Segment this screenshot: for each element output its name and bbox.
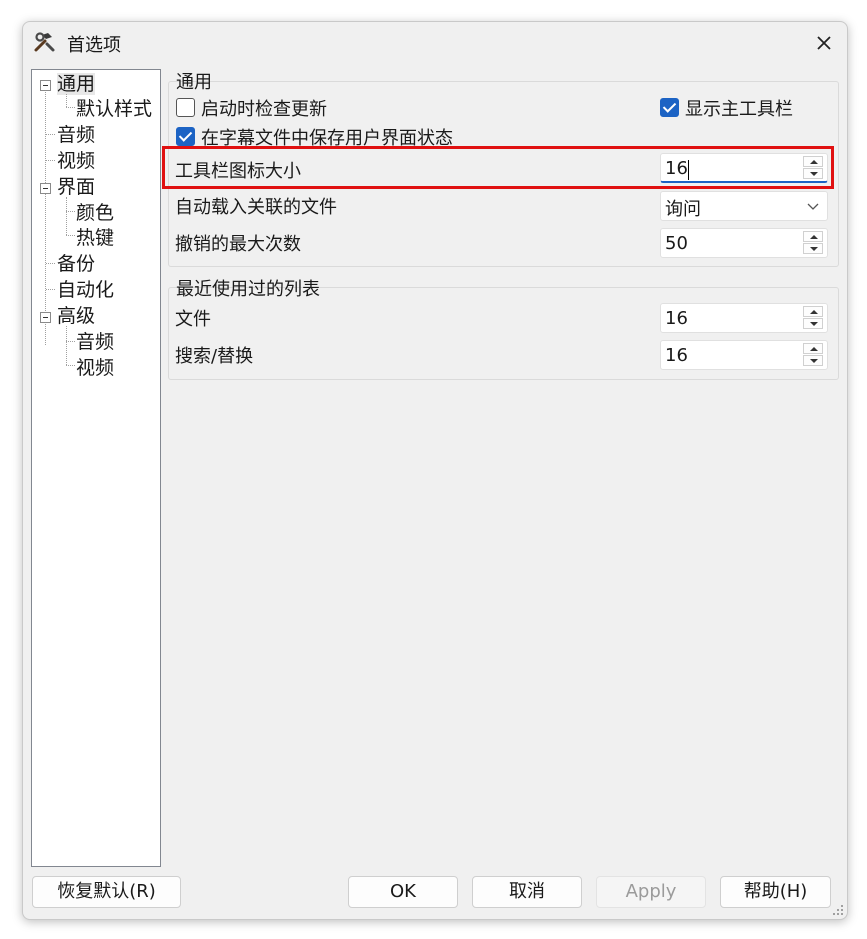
tree-item-audio[interactable]: 音频 xyxy=(57,123,95,147)
category-tree[interactable]: 通用 默认样式 音频 视频 界面 颜色 热键 备份 自动化 高级 音频 视频 xyxy=(31,69,161,867)
auto-load-associated-dropdown[interactable]: 询问 xyxy=(660,191,828,221)
recent-files-label: 文件 xyxy=(175,309,211,330)
restore-defaults-button[interactable]: 恢复默认(R) xyxy=(32,876,181,908)
tree-line xyxy=(46,263,55,264)
ok-button[interactable]: OK xyxy=(348,876,458,908)
recent-files-value: 16 xyxy=(665,308,688,329)
spin-down-icon[interactable] xyxy=(803,243,823,254)
tree-line xyxy=(46,134,55,135)
max-undo-value: 50 xyxy=(665,233,688,254)
spin-down-icon[interactable] xyxy=(803,318,823,329)
recent-files-spinbox[interactable]: 16 xyxy=(660,303,828,333)
tree-item-general[interactable]: 通用 xyxy=(57,72,96,96)
collapse-icon[interactable] xyxy=(40,312,51,323)
tree-item-video[interactable]: 视频 xyxy=(57,149,95,173)
spin-up-icon[interactable] xyxy=(803,231,823,242)
collapse-icon[interactable] xyxy=(40,80,51,91)
spin-up-icon[interactable] xyxy=(803,306,823,317)
tree-line xyxy=(66,211,75,212)
spin-arrows xyxy=(803,343,825,367)
check-for-updates-checkbox[interactable] xyxy=(176,98,195,117)
tree-item-advanced-audio[interactable]: 音频 xyxy=(76,330,114,354)
tree-line xyxy=(45,90,46,345)
tree-line xyxy=(46,289,55,290)
tree-item-default-style[interactable]: 默认样式 xyxy=(76,97,152,121)
auto-load-associated-label: 自动载入关联的文件 xyxy=(175,197,337,218)
resize-grip-icon[interactable] xyxy=(831,903,845,917)
chevron-down-icon xyxy=(807,203,819,210)
close-icon[interactable] xyxy=(809,28,839,58)
tree-line xyxy=(66,94,67,107)
recent-lists-group-title: 最近使用过的列表 xyxy=(176,279,320,300)
tree-line xyxy=(66,235,75,236)
tree-line xyxy=(66,365,75,366)
tree-line xyxy=(66,107,75,108)
tree-item-interface[interactable]: 界面 xyxy=(57,175,95,199)
spin-down-icon[interactable] xyxy=(803,355,823,366)
auto-load-associated-value: 询问 xyxy=(665,199,701,220)
cancel-button[interactable]: 取消 xyxy=(472,876,582,908)
tree-line xyxy=(66,197,67,235)
check-for-updates-label: 启动时检查更新 xyxy=(201,99,327,120)
preferences-dialog: 首选项 通用 默认样式 音频 视频 界面 颜色 热键 备份 自动化 高级 音频 … xyxy=(22,21,848,920)
search-replace-label: 搜索/替换 xyxy=(175,346,254,367)
tree-line xyxy=(66,341,75,342)
spin-arrows xyxy=(803,306,825,330)
tree-item-advanced-video[interactable]: 视频 xyxy=(76,356,114,380)
search-replace-value: 16 xyxy=(665,345,688,366)
hammer-wrench-icon xyxy=(34,32,55,52)
save-ui-state-checkbox[interactable] xyxy=(176,127,195,146)
search-replace-spinbox[interactable]: 16 xyxy=(660,340,828,370)
show-main-toolbar-checkbox[interactable] xyxy=(660,98,679,117)
title-bar: 首选项 xyxy=(23,22,847,62)
show-main-toolbar-label: 显示主工具栏 xyxy=(685,99,793,120)
tree-line xyxy=(46,160,55,161)
highlight-box xyxy=(162,146,834,189)
max-undo-label: 撤销的最大次数 xyxy=(175,234,301,255)
window-title: 首选项 xyxy=(67,35,121,56)
max-undo-spinbox[interactable]: 50 xyxy=(660,228,828,258)
tree-item-hotkeys[interactable]: 热键 xyxy=(76,226,114,250)
spin-up-icon[interactable] xyxy=(803,343,823,354)
tree-item-automation[interactable]: 自动化 xyxy=(57,278,114,302)
tree-line xyxy=(66,326,67,365)
tree-item-backup[interactable]: 备份 xyxy=(57,252,95,276)
apply-button: Apply xyxy=(596,876,706,908)
tree-item-advanced[interactable]: 高级 xyxy=(57,304,95,328)
collapse-icon[interactable] xyxy=(40,183,51,194)
tree-item-colors[interactable]: 颜色 xyxy=(76,201,114,225)
help-button[interactable]: 帮助(H) xyxy=(720,876,831,908)
general-group-title: 通用 xyxy=(176,72,212,93)
spin-arrows xyxy=(803,231,825,255)
